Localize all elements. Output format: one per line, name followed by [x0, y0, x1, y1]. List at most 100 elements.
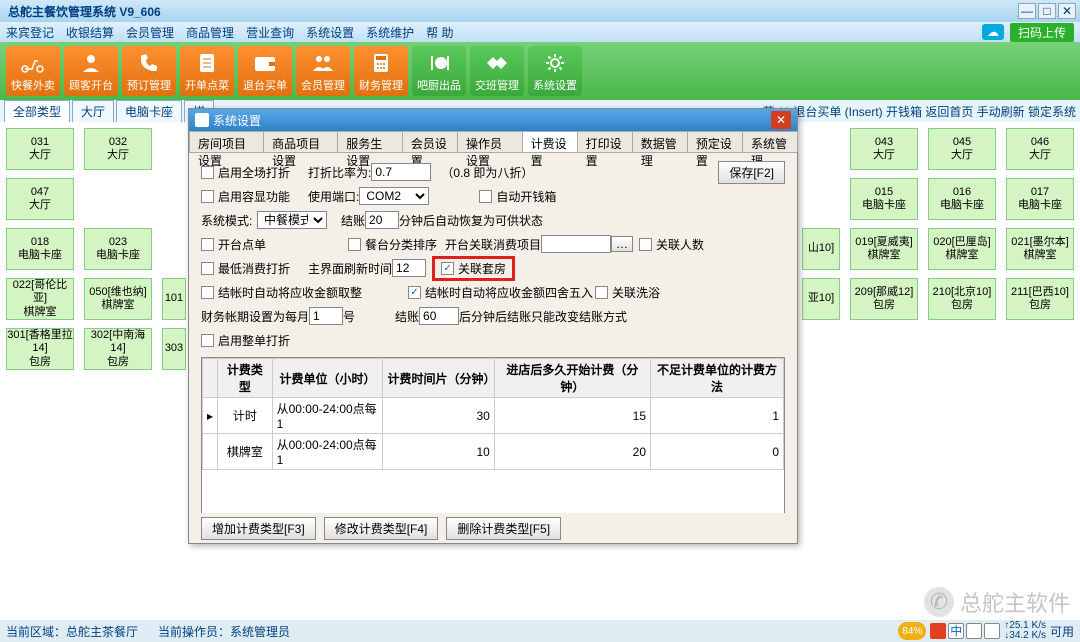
checkout-mins2-input[interactable]: [419, 307, 459, 325]
edit-billing-button[interactable]: 修改计费类型[F4]: [324, 517, 439, 540]
tab-waiter[interactable]: 服务生设置: [337, 131, 403, 152]
checkbox-link-bath[interactable]: [595, 286, 608, 299]
checkbox-table-sort[interactable]: [348, 238, 361, 251]
tray-icon[interactable]: [966, 623, 982, 639]
tool-member[interactable]: 会员管理: [296, 46, 350, 96]
desk-tile[interactable]: 022[哥伦比亚]棋牌室: [6, 278, 74, 320]
handshake-icon: [482, 50, 512, 76]
desk-tile[interactable]: 016电脑卡座: [928, 178, 996, 220]
desk-tile[interactable]: 046大厅: [1006, 128, 1074, 170]
tab-member[interactable]: 会员设置: [402, 131, 458, 152]
table-row[interactable]: 棋牌室从00:00-24:00点每110200: [203, 434, 784, 470]
tab-reserve[interactable]: 预定设置: [687, 131, 743, 152]
menu-item[interactable]: 系统维护: [366, 24, 414, 41]
desk-tile[interactable]: 050[维也纳]棋牌室: [84, 278, 152, 320]
checkout-mins-input[interactable]: [365, 211, 399, 229]
tool-shift[interactable]: 交班管理: [470, 46, 524, 96]
desk-tile[interactable]: 020[巴厘岛]棋牌室: [928, 228, 996, 270]
tab-print[interactable]: 打印设置: [577, 131, 633, 152]
billing-type-grid[interactable]: 计费类型 计费单位（小时） 计费时间片（分钟） 进店后多久开始计费（分钟） 不足…: [201, 357, 785, 513]
checkbox-open-order[interactable]: [201, 238, 214, 251]
menu-item[interactable]: 系统设置: [306, 24, 354, 41]
menu-item[interactable]: 帮 助: [426, 24, 453, 41]
desk-tile[interactable]: 山10]: [802, 228, 840, 270]
menu-item[interactable]: 收银结算: [66, 24, 114, 41]
tab-operator[interactable]: 操作员设置: [457, 131, 523, 152]
discount-rate-input[interactable]: [371, 163, 431, 181]
cloud-icon[interactable]: ☁: [982, 24, 1004, 40]
tray-icon[interactable]: [930, 623, 946, 639]
dialog-titlebar[interactable]: 系统设置 ✕: [189, 109, 797, 131]
desk-tile[interactable]: 032大厅: [84, 128, 152, 170]
desk-tile[interactable]: 019[夏威夷]棋牌室: [850, 228, 918, 270]
minimize-button[interactable]: —: [1018, 3, 1036, 19]
desk-tile[interactable]: 015电脑卡座: [850, 178, 918, 220]
tool-checkout[interactable]: 退台买单: [238, 46, 292, 96]
tool-kitchen[interactable]: 吧厨出品: [412, 46, 466, 96]
maximize-button[interactable]: □: [1038, 3, 1056, 19]
checkbox-full-discount[interactable]: [201, 166, 214, 179]
tray-icon[interactable]: [984, 623, 1000, 639]
tab-room[interactable]: 房间项目设置: [189, 131, 264, 152]
refresh-input[interactable]: [392, 259, 426, 277]
desk-tile[interactable]: 302[中南海14]包房: [84, 328, 152, 370]
desk-tile[interactable]: 亚10]: [802, 278, 840, 320]
desk-tile[interactable]: 045大厅: [928, 128, 996, 170]
tab-billing[interactable]: 计费设置: [522, 131, 578, 152]
checkbox-link-people[interactable]: [639, 238, 652, 251]
tab-system[interactable]: 系统管理: [742, 131, 798, 152]
desk-tile[interactable]: 211[巴西10]包房: [1006, 278, 1074, 320]
checkbox-auto-cashbox[interactable]: [479, 190, 492, 203]
checkbox-round-total[interactable]: [201, 286, 214, 299]
port-select[interactable]: COM2: [359, 187, 429, 205]
phone-icon: [134, 50, 164, 76]
filter-tab-all[interactable]: 全部类型: [4, 100, 70, 123]
linked-item-input[interactable]: [541, 235, 611, 253]
tool-reserve[interactable]: 预订管理: [122, 46, 176, 96]
menu-item[interactable]: 会员管理: [126, 24, 174, 41]
desk-tile[interactable]: 101: [162, 278, 186, 320]
checkbox-whole-discount[interactable]: [201, 334, 214, 347]
menu-item[interactable]: 商品管理: [186, 24, 234, 41]
filter-tab-hall[interactable]: 大厅: [72, 100, 114, 123]
desk-tile[interactable]: 021[墨尔本]棋牌室: [1006, 228, 1074, 270]
table-row[interactable]: ▸计时从00:00-24:00点每130151: [203, 398, 784, 434]
desk-tile[interactable]: 017电脑卡座: [1006, 178, 1074, 220]
desk-tile[interactable]: 031大厅: [6, 128, 74, 170]
close-button[interactable]: ✕: [1058, 3, 1076, 19]
desk-tile[interactable]: 303: [162, 328, 186, 370]
filter-tab-computer[interactable]: 电脑卡座: [116, 100, 182, 123]
desk-tile[interactable]: 210[北京10]包房: [928, 278, 996, 320]
desk-tile[interactable]: 043大厅: [850, 128, 918, 170]
linked-item-browse[interactable]: …: [611, 236, 633, 252]
tool-fastfood[interactable]: 快餐外卖: [6, 46, 60, 96]
finance-day-input[interactable]: [309, 307, 343, 325]
checkbox-min-discount[interactable]: [201, 262, 214, 275]
mode-select[interactable]: 中餐模式: [257, 211, 327, 229]
settings-dialog: 系统设置 ✕ 房间项目设置 商品项目设置 服务生设置 会员设置 操作员设置 计费…: [188, 108, 798, 544]
tool-finance[interactable]: 财务管理: [354, 46, 408, 96]
tab-data[interactable]: 数据管理: [632, 131, 688, 152]
checkbox-display[interactable]: [201, 190, 214, 203]
desk-tile[interactable]: 301[香格里拉14]包房: [6, 328, 74, 370]
scan-upload-button[interactable]: 扫码上传: [1010, 23, 1074, 42]
tool-open-table[interactable]: 顾客开台: [64, 46, 118, 96]
tab-product[interactable]: 商品项目设置: [263, 131, 338, 152]
desk-tile[interactable]: 018电脑卡座: [6, 228, 74, 270]
tool-order[interactable]: 开单点菜: [180, 46, 234, 96]
dialog-tabs: 房间项目设置 商品项目设置 服务生设置 会员设置 操作员设置 计费设置 打印设置…: [189, 131, 797, 153]
tool-settings[interactable]: 系统设置: [528, 46, 582, 96]
checkbox-round-half[interactable]: [408, 286, 421, 299]
dialog-close-button[interactable]: ✕: [771, 111, 791, 129]
desk-tile[interactable]: 023电脑卡座: [84, 228, 152, 270]
desk-tile[interactable]: 047大厅: [6, 178, 74, 220]
checkbox-link-suite[interactable]: [441, 262, 454, 275]
delete-billing-button[interactable]: 删除计费类型[F5]: [446, 517, 561, 540]
desk-tile[interactable]: 209[那威12]包房: [850, 278, 918, 320]
menu-item[interactable]: 来宾登记: [6, 24, 54, 41]
system-tray: 中: [930, 623, 1000, 639]
ime-icon[interactable]: 中: [948, 623, 964, 639]
menu-item[interactable]: 营业查询: [246, 24, 294, 41]
add-billing-button[interactable]: 增加计费类型[F3]: [201, 517, 316, 540]
save-button[interactable]: 保存[F2]: [718, 161, 785, 184]
